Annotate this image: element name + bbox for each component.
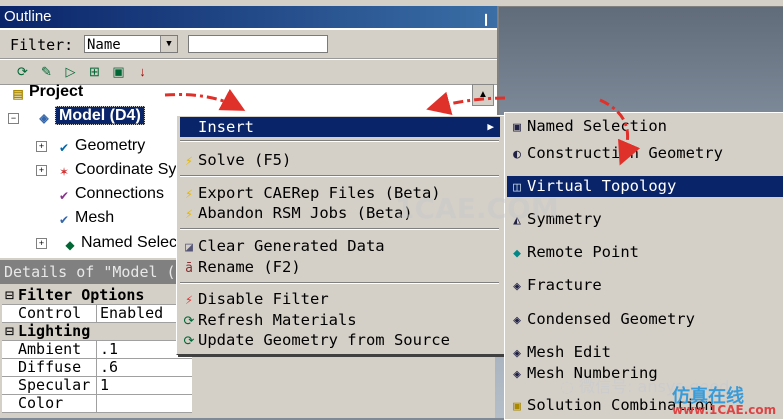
annotation-arrow-back xyxy=(426,91,506,116)
annotation-arrows xyxy=(164,88,641,166)
annotation-arrow-insert xyxy=(164,88,246,111)
watermark-site-url: www.1CAE.com xyxy=(672,403,777,417)
watermark-faint: 1CAE.COM xyxy=(395,192,559,225)
annotation-arrow-virtual-topology xyxy=(599,98,641,166)
wechat-icon: ◌ xyxy=(560,377,574,396)
